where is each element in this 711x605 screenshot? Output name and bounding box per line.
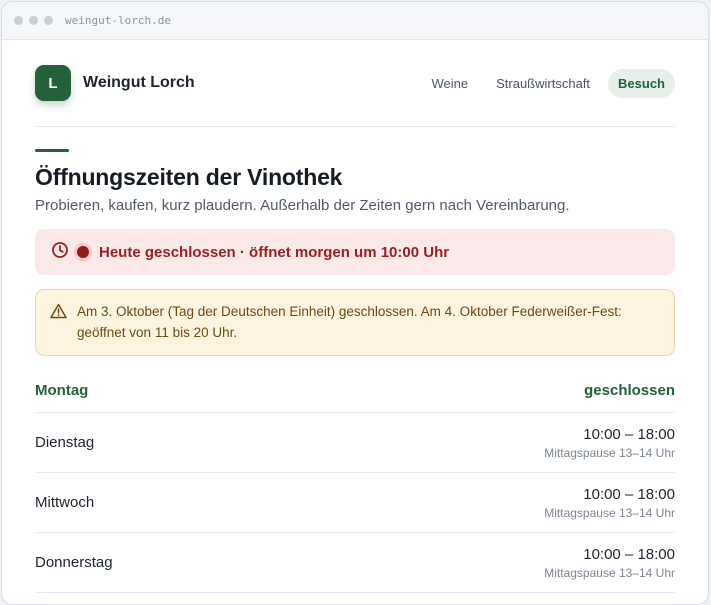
day-label: Dienstag — [35, 434, 95, 451]
day-label: Montag — [35, 381, 89, 399]
address-bar-url[interactable]: weingut-lorch.de — [65, 14, 171, 27]
window-dot[interactable] — [44, 16, 53, 25]
day-label: Donnerstag — [35, 554, 113, 571]
lunch-break-note: Mittagspause 13–14 Uhr — [544, 505, 675, 520]
day-label: Mittwoch — [35, 494, 95, 511]
status-dot — [77, 246, 89, 258]
title-accent-bar — [35, 149, 69, 152]
nav-item-besuch[interactable]: Besuch — [608, 68, 675, 98]
page-subtitle: Probieren, kaufen, kurz plaudern. Außerh… — [35, 197, 570, 214]
clock-icon — [51, 241, 69, 264]
lunch-break-note: Mittagspause 13–14 Uhr — [544, 565, 675, 580]
hours-row-mittwoch: Mittwoch 10:00 – 18:00 Mittagspause 13–1… — [35, 473, 675, 533]
warning-icon — [50, 303, 67, 324]
lunch-break-note: Mittagspause 13–14 Uhr — [544, 445, 675, 460]
page-content: L Weingut Lorch Weine Straußwirtschaft B… — [2, 40, 708, 593]
window-dot[interactable] — [29, 16, 38, 25]
brand[interactable]: L Weingut Lorch — [35, 65, 195, 101]
time-block: 10:00 – 18:00 Mittagspause 13–14 Uhr — [544, 486, 675, 520]
browser-window: weingut-lorch.de L Weingut Lorch Weine S… — [1, 1, 709, 605]
window-controls — [14, 16, 53, 25]
brand-name[interactable]: Weingut Lorch — [83, 74, 195, 92]
opening-time: 10:00 – 18:00 — [583, 425, 675, 443]
notice-text: Am 3. Oktober (Tag der Deutschen Einheit… — [77, 304, 622, 340]
logo[interactable]: L — [35, 65, 71, 101]
hours-row-dienstag: Dienstag 10:00 – 18:00 Mittagspause 13–1… — [35, 413, 675, 473]
status-text: Heute geschlossen · öffnet morgen um 10:… — [99, 243, 450, 261]
window-dot[interactable] — [14, 16, 23, 25]
closed-label: geschlossen — [584, 381, 675, 399]
time-block: 10:00 – 18:00 Mittagspause 13–14 Uhr — [544, 426, 675, 460]
hours-row-montag: Montag geschlossen — [35, 368, 675, 413]
main-nav: Weine Straußwirtschaft Besuch — [421, 68, 675, 98]
page-title: Öffnungszeiten der Vinothek — [35, 164, 343, 190]
status-banner: Heute geschlossen · öffnet morgen um 10:… — [35, 229, 675, 275]
opening-time: 10:00 – 18:00 — [583, 545, 675, 563]
hours-row-donnerstag: Donnerstag 10:00 – 18:00 Mittagspause 13… — [35, 533, 675, 593]
holiday-notice: Am 3. Oktober (Tag der Deutschen Einheit… — [35, 289, 675, 356]
time-block: 10:00 – 18:00 Mittagspause 13–14 Uhr — [544, 546, 675, 580]
nav-item-weine[interactable]: Weine — [421, 69, 478, 98]
browser-chrome: weingut-lorch.de — [2, 2, 708, 40]
opening-hours-list: Montag geschlossen Dienstag 10:00 – 18:0… — [35, 368, 675, 593]
site-header: L Weingut Lorch Weine Straußwirtschaft B… — [35, 40, 675, 127]
opening-time: 10:00 – 18:00 — [583, 485, 675, 503]
nav-item-strausswirtschaft[interactable]: Straußwirtschaft — [486, 69, 600, 98]
